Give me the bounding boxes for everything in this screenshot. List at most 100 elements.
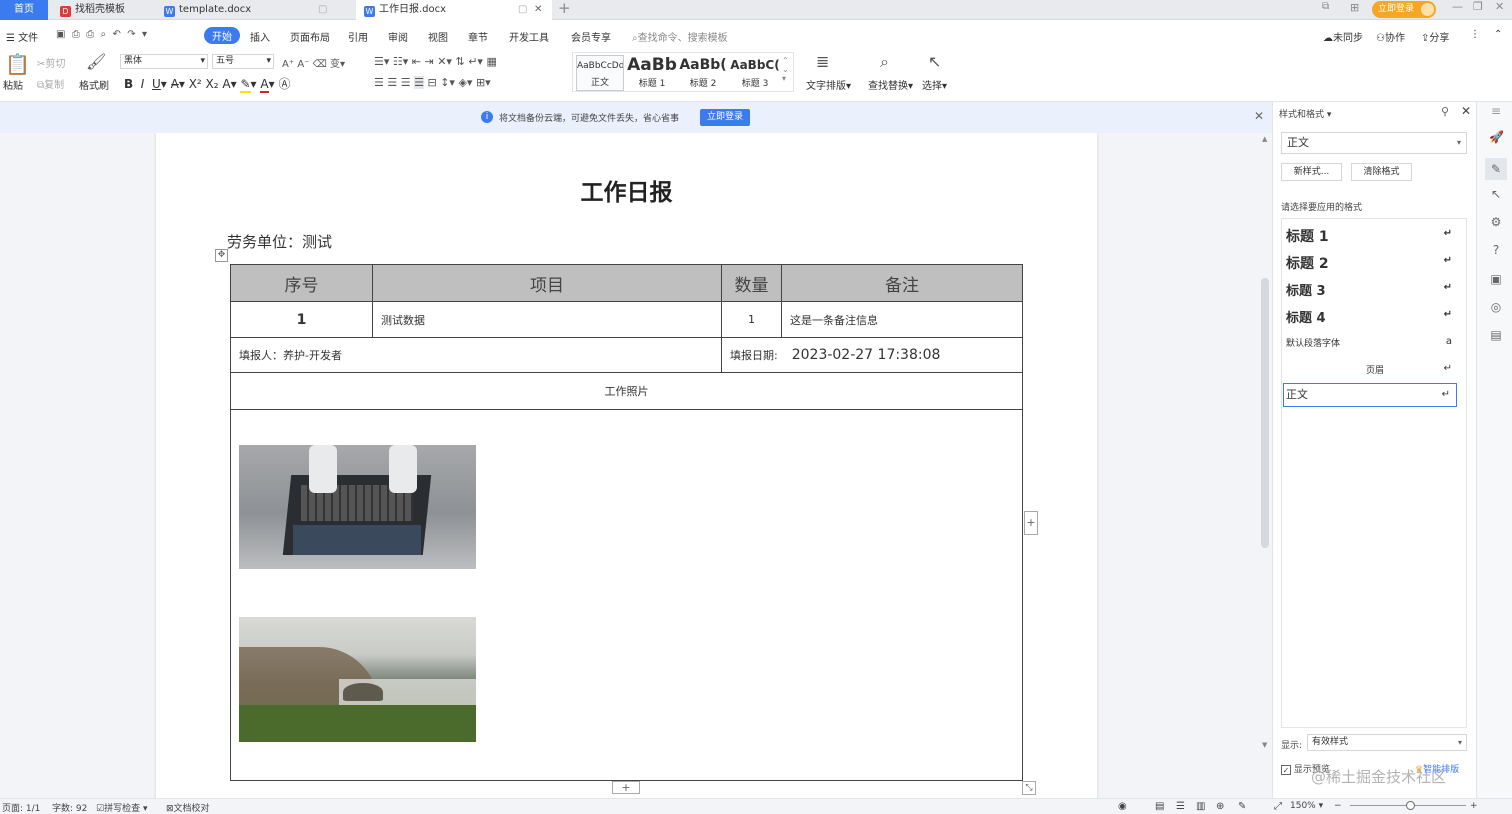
scroll-down-icon[interactable]: ▼: [1262, 741, 1267, 749]
sort-icon[interactable]: ⇅: [455, 55, 464, 68]
menu-tab-home[interactable]: 开始: [204, 27, 240, 44]
char-border-icon[interactable]: Ⓐ: [278, 77, 290, 91]
align-center-icon[interactable]: ☰: [387, 76, 397, 89]
reading-view-icon[interactable]: ▥: [1196, 801, 1205, 812]
add-row-icon[interactable]: +: [612, 781, 640, 794]
zoom-in-icon[interactable]: +: [1470, 801, 1478, 811]
font-size-select[interactable]: 五号 ▾: [212, 54, 274, 69]
tab-home[interactable]: 首页: [0, 0, 48, 20]
notice-login-button[interactable]: 立即登录: [700, 109, 751, 126]
image-icon[interactable]: ▣: [1489, 272, 1503, 286]
scrollbar-thumb[interactable]: [1261, 278, 1269, 548]
style-heading-2[interactable]: AaBb( 标题 2: [678, 55, 728, 91]
cell-photos-label[interactable]: 工作照片: [230, 372, 1023, 410]
distribute-icon[interactable]: ⊟: [428, 76, 437, 89]
grid-icon[interactable]: ⊞: [1350, 1, 1359, 14]
style-list-item[interactable]: 标题 1 ↵: [1286, 226, 1464, 246]
web-view-icon[interactable]: ⊕: [1216, 801, 1224, 812]
zoom-out-icon[interactable]: −: [1334, 801, 1342, 811]
menu-tab-view[interactable]: 视图: [428, 29, 448, 44]
shrink-font-icon[interactable]: A⁻: [297, 59, 309, 70]
text-effect-icon[interactable]: A: [222, 77, 230, 91]
menu-tab-member[interactable]: 会员专享: [571, 29, 611, 44]
style-list-item[interactable]: 默认段落字体 a: [1286, 336, 1464, 349]
page-view-icon[interactable]: ▤: [1155, 801, 1164, 812]
copy-button[interactable]: ⧉复制: [37, 76, 64, 91]
grow-font-icon[interactable]: A⁺: [282, 59, 294, 70]
style-heading-3[interactable]: AaBbC( 标题 3: [730, 55, 780, 91]
coastline-photo[interactable]: [239, 617, 476, 742]
layout-icon[interactable]: ⧉: [1322, 1, 1329, 12]
add-column-icon[interactable]: +: [1024, 511, 1038, 535]
robot-laptop-photo[interactable]: [239, 445, 476, 569]
cut-button[interactable]: ✂剪切: [37, 55, 65, 70]
strikethrough-icon[interactable]: A̶: [171, 77, 179, 91]
menu-tab-review[interactable]: 审阅: [388, 29, 408, 44]
style-list-item[interactable]: 标题 4 ↵: [1286, 307, 1464, 326]
pin-panel-icon[interactable]: ⚲: [1441, 105, 1449, 118]
gallery-scroll-icon[interactable]: ⌃ ⌄ ▾: [782, 56, 789, 83]
style-heading-1[interactable]: AaBb 标题 1: [626, 55, 678, 91]
close-notice-icon[interactable]: ✕: [1254, 109, 1264, 123]
show-marks-icon[interactable]: ↵▾: [468, 55, 483, 68]
print-preview-icon[interactable]: ⌕: [101, 29, 107, 40]
table-icon[interactable]: ▦: [486, 55, 496, 68]
document-canvas[interactable]: 工作日报 劳务单位：测试 ✥ 序号 项目 数量 备注 1 测试数据 1 这是一条…: [0, 133, 1258, 798]
paste-button[interactable]: 粘贴: [3, 77, 23, 92]
font-color-icon[interactable]: A: [260, 77, 269, 93]
menu-tab-references[interactable]: 引用: [348, 29, 368, 44]
style-list-item-selected[interactable]: 正文 ↵: [1283, 383, 1457, 407]
cell-remark[interactable]: 这是一条备注信息: [781, 301, 1023, 338]
subscript-icon[interactable]: X₂: [206, 77, 219, 91]
undo-icon[interactable]: ↶: [113, 29, 121, 40]
cell-qty[interactable]: 1: [721, 301, 782, 338]
fit-page-icon[interactable]: ⤢: [1274, 801, 1282, 812]
menu-tab-developer[interactable]: 开发工具: [509, 29, 549, 44]
cell-photos[interactable]: [230, 409, 1023, 781]
line-spacing-icon[interactable]: ↕▾: [440, 76, 455, 89]
new-style-button[interactable]: 新样式...: [1281, 163, 1342, 181]
resize-table-icon[interactable]: ⤡: [1022, 781, 1036, 795]
page-indicator[interactable]: 页面: 1/1: [2, 801, 40, 814]
find-icon[interactable]: ⌕: [880, 52, 889, 72]
help-icon[interactable]: ?: [1489, 243, 1503, 257]
eraser-icon[interactable]: ⌫: [313, 59, 327, 70]
table-move-handle-icon[interactable]: ✥: [215, 249, 228, 262]
menu-tab-chapter[interactable]: 章节: [468, 29, 488, 44]
style-brush-icon[interactable]: ✎: [1485, 158, 1507, 180]
command-search[interactable]: ⌕查找命令、搜索模板: [632, 29, 728, 44]
borders-icon[interactable]: ⊞▾: [476, 76, 491, 89]
export-icon[interactable]: ⎙: [72, 29, 80, 40]
close-window-icon[interactable]: ✕: [1495, 0, 1504, 13]
rocket-icon[interactable]: 🚀: [1489, 130, 1504, 144]
italic-icon[interactable]: I: [141, 77, 145, 91]
sync-button[interactable]: ☁未同步: [1323, 29, 1363, 44]
zoom-slider-thumb[interactable]: [1406, 801, 1415, 810]
outline-view-icon[interactable]: ☰: [1176, 801, 1185, 812]
style-list-item[interactable]: 标题 3 ↵: [1286, 280, 1464, 299]
eye-protection-icon[interactable]: ◉: [1118, 801, 1127, 812]
indent-icon[interactable]: ⇥: [425, 55, 434, 68]
select-button[interactable]: 选择▾: [922, 77, 947, 92]
restore-icon[interactable]: ❐: [1473, 0, 1483, 13]
align-right-icon[interactable]: ☰: [401, 76, 411, 89]
select-pointer-icon[interactable]: ↖: [1489, 187, 1503, 201]
scroll-up-icon[interactable]: ▲: [1262, 135, 1267, 143]
superscript-icon[interactable]: X²: [189, 77, 202, 91]
proofread-button[interactable]: ⊠文档校对: [166, 801, 210, 814]
save-icon[interactable]: ▣: [56, 29, 65, 40]
login-button[interactable]: 立即登录: [1372, 1, 1436, 18]
more-icon[interactable]: ⋮: [1470, 29, 1480, 40]
book-icon[interactable]: ▤: [1489, 328, 1503, 342]
underline-icon[interactable]: U: [152, 77, 161, 91]
style-list-item[interactable]: 页眉 ↵: [1286, 363, 1464, 376]
chinese-layout-icon[interactable]: ✕▾: [437, 55, 452, 68]
bullet-list-icon[interactable]: ☰▾: [374, 55, 389, 68]
bold-icon[interactable]: B: [124, 77, 133, 91]
text-layout-icon[interactable]: ≣: [816, 52, 829, 71]
collab-button[interactable]: ⚇协作: [1376, 29, 1405, 44]
spell-check-button[interactable]: ☑拼写检查 ▾: [96, 801, 147, 814]
tab-work-report[interactable]: W 工作日报.docx ▢ ✕: [356, 0, 552, 20]
pen-icon[interactable]: ✎: [1238, 801, 1246, 812]
style-list-item[interactable]: 标题 2 ↵: [1286, 253, 1464, 273]
